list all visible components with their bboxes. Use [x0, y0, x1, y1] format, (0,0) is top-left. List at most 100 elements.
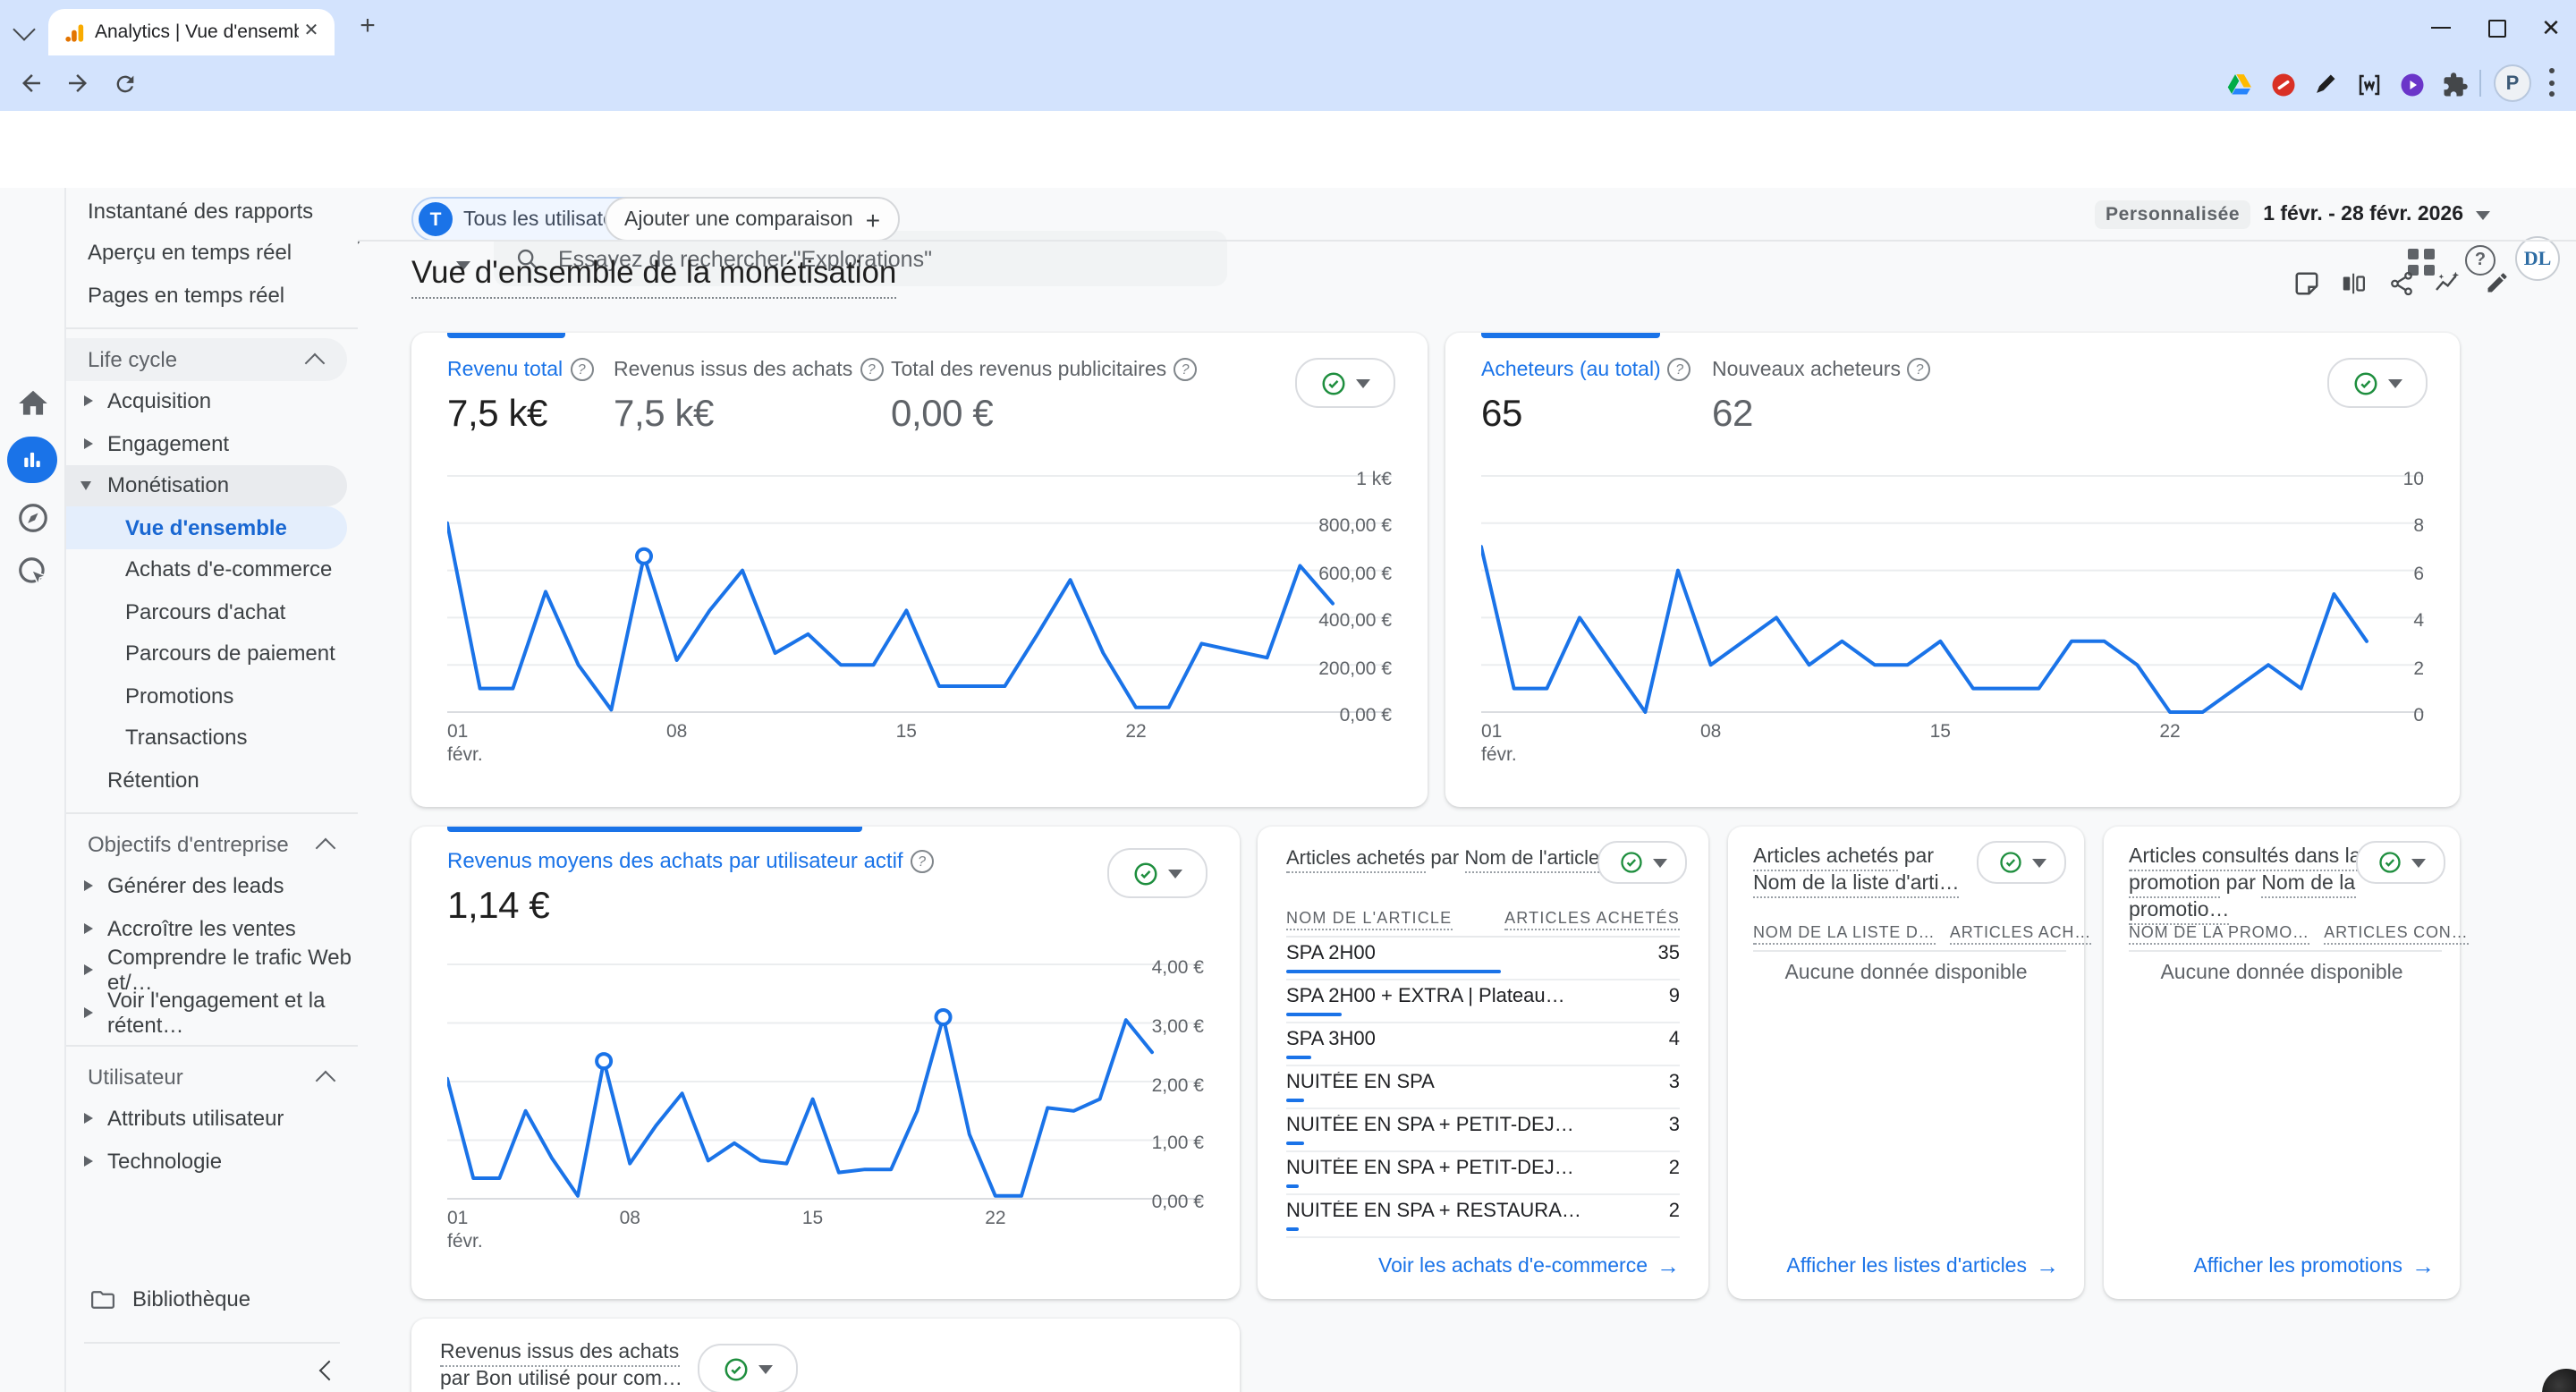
chevron-up-icon[interactable]	[316, 1070, 336, 1091]
reload-button[interactable]	[107, 66, 141, 100]
sidebar-item-generer-des-leads[interactable]: Générer des leads	[66, 865, 358, 907]
back-button[interactable]	[14, 66, 48, 100]
data-quality-dropdown[interactable]	[2327, 358, 2428, 408]
share-icon[interactable]	[2385, 267, 2417, 299]
table-divider	[1753, 950, 2066, 952]
sidebar-section-utilisateur[interactable]: Utilisateur	[66, 1055, 358, 1098]
purple-extension-icon[interactable]	[2395, 68, 2428, 100]
help-icon[interactable]	[860, 358, 883, 381]
sidebar-item-pages-en-temps-reel[interactable]: Pages en temps réel	[66, 274, 358, 316]
new-tab-button[interactable]: +	[354, 14, 381, 41]
help-icon[interactable]	[1908, 358, 1931, 381]
collapse-sidebar-button[interactable]	[306, 1351, 345, 1390]
column-value[interactable]: ARTICLES CON…	[2324, 923, 2468, 945]
sidebar-item-engagement[interactable]: Engagement	[66, 422, 358, 464]
data-quality-dropdown[interactable]	[698, 1344, 798, 1392]
column-value[interactable]: ARTICLES ACH…	[1950, 923, 2091, 945]
data-quality-dropdown[interactable]	[1107, 848, 1208, 898]
sidebar-item-transactions[interactable]: Transactions	[66, 717, 358, 759]
segment-avatar: T	[419, 202, 453, 236]
metric-tab-revenus-pub[interactable]: Total des revenus publicitaires 0,00 €	[891, 358, 1197, 437]
link-promotions[interactable]: Afficher les promotions	[2193, 1252, 2435, 1279]
column-value[interactable]: ARTICLES ACHETÉS	[1504, 909, 1680, 930]
home-icon[interactable]	[16, 386, 50, 420]
sidebar-item-apercu-en-temps-reel[interactable]: Aperçu en temps réel	[66, 232, 358, 274]
metric-tab-arpu[interactable]: Revenus moyens des achats par utilisateu…	[447, 848, 934, 929]
sidebar-item-acquisition[interactable]: Acquisition	[66, 380, 358, 422]
sidebar-item-comprendre-le-trafic-web-et[interactable]: Comprendre le trafic Web et/…	[66, 949, 358, 991]
column-name[interactable]: NOM DE LA LISTE D…	[1753, 923, 1935, 945]
edit-icon[interactable]	[2481, 267, 2513, 299]
sidebar-item-vue-densemble[interactable]: Vue d'ensemble	[66, 506, 347, 548]
empty-state-message: Aucune donnée disponible	[1728, 963, 2084, 984]
notes-icon[interactable]	[2290, 267, 2322, 299]
sidebar-item-parcours-dachat[interactable]: Parcours d'achat	[66, 590, 358, 632]
column-name[interactable]: NOM DE LA PROMO…	[2129, 923, 2309, 945]
chevron-up-icon[interactable]	[305, 352, 326, 373]
comparison-icon[interactable]	[2336, 267, 2368, 299]
browser-profile-avatar[interactable]: P	[2494, 64, 2531, 102]
data-quality-dropdown[interactable]	[2356, 841, 2445, 884]
metric-tab-nouveaux-acheteurs[interactable]: Nouveaux acheteurs 62	[1712, 358, 1931, 437]
date-range-picker[interactable]: Personnalisée 1 févr. - 28 févr. 2026	[2095, 200, 2490, 229]
window-minimize-button[interactable]	[2410, 0, 2470, 55]
data-quality-dropdown[interactable]	[1597, 841, 1687, 884]
metric-tab-revenu-total[interactable]: Revenu total 7,5 k€	[447, 358, 593, 437]
browser-tab[interactable]: Analytics | Vue d'ensemble de la monétis…	[48, 9, 335, 55]
tab-close-icon[interactable]: ✕	[299, 20, 324, 45]
window-close-button[interactable]: ✕	[2521, 0, 2576, 55]
column-name[interactable]: NOM DE L'ARTICLE	[1286, 909, 1452, 930]
blocker-extension-icon[interactable]	[2267, 68, 2299, 100]
help-icon[interactable]	[1668, 358, 1691, 381]
value-bar	[1286, 1226, 1299, 1231]
data-quality-dropdown[interactable]	[1977, 841, 2066, 884]
x-axis-label: 15	[1930, 721, 1951, 744]
sidebar-section-life-cycle[interactable]: Life cycle	[66, 337, 347, 380]
sidebar-section-objectifs-dentreprise[interactable]: Objectifs d'entreprise	[66, 822, 358, 865]
link-item-lists[interactable]: Afficher les listes d'articles	[1786, 1252, 2059, 1279]
insights-icon[interactable]	[2431, 267, 2463, 299]
value-bar	[1286, 1012, 1342, 1016]
data-quality-dropdown[interactable]	[1295, 358, 1395, 408]
sidebar-item-parcours-de-paiement[interactable]: Parcours de paiement	[66, 632, 358, 675]
metric-tab-acheteurs-total[interactable]: Acheteurs (au total) 65	[1481, 358, 1691, 437]
sidebar-item-retention[interactable]: Rétention	[66, 759, 358, 801]
sidebar-item-technologie[interactable]: Technologie	[66, 1140, 358, 1182]
header-divider	[358, 240, 2576, 242]
sidebar-item-attributs-utilisateur[interactable]: Attributs utilisateur	[66, 1098, 358, 1140]
browser-menu-kebab-icon[interactable]	[2547, 68, 2555, 97]
value-bar	[1286, 1184, 1299, 1188]
x-axis-label: 15	[802, 1208, 823, 1231]
explore-icon[interactable]	[16, 501, 50, 535]
floating-widget-button[interactable]	[2542, 1369, 2576, 1392]
forward-button[interactable]	[61, 66, 95, 100]
metric-value: 62	[1712, 394, 1931, 437]
reports-icon[interactable]	[7, 437, 57, 483]
sidebar-item-promotions[interactable]: Promotions	[66, 675, 358, 717]
tab-title: Analytics | Vue d'ensemble de la monétis…	[95, 21, 299, 43]
sidebar-item-accroitre-les-ventes[interactable]: Accroître les ventes	[66, 907, 358, 949]
chevron-up-icon[interactable]	[316, 837, 336, 858]
check-circle-icon	[1320, 369, 1347, 396]
sidebar-item-monetisation[interactable]: Monétisation	[66, 464, 347, 506]
pen-extension-icon[interactable]	[2309, 68, 2342, 100]
window-restore-button[interactable]	[2467, 0, 2528, 55]
sidebar-item-library[interactable]: Bibliothèque	[66, 1276, 358, 1322]
help-icon[interactable]	[1174, 358, 1197, 381]
help-icon[interactable]	[911, 849, 934, 872]
sidebar-item-voir-lengagement-et-la-retent[interactable]: Voir l'engagement et la rétent…	[66, 991, 358, 1033]
help-icon[interactable]	[570, 358, 593, 381]
value-bar	[1286, 969, 1501, 973]
tab-search-chevron-icon[interactable]	[13, 18, 35, 40]
w-brackets-extension-icon[interactable]	[2352, 68, 2385, 100]
add-comparison-chip[interactable]: Ajouter une comparaison +	[605, 197, 900, 242]
table-row: NUITÉE EN SPA + PETIT-DEJ…3	[1286, 1109, 1680, 1152]
sidebar-item-instantane-des-rapports[interactable]: Instantané des rapports	[66, 190, 358, 232]
metric-tab-revenus-achats[interactable]: Revenus issus des achats 7,5 k€	[614, 358, 883, 437]
ga-account-avatar[interactable]: DL	[2515, 236, 2560, 281]
sidebar-item-achats-decommerce[interactable]: Achats d'e-commerce	[66, 548, 358, 590]
extensions-puzzle-icon[interactable]	[2438, 68, 2470, 100]
advertising-icon[interactable]	[16, 555, 50, 589]
drive-extension-icon[interactable]	[2222, 68, 2254, 100]
link-ecommerce-purchases[interactable]: Voir les achats d'e-commerce	[1378, 1252, 1680, 1279]
